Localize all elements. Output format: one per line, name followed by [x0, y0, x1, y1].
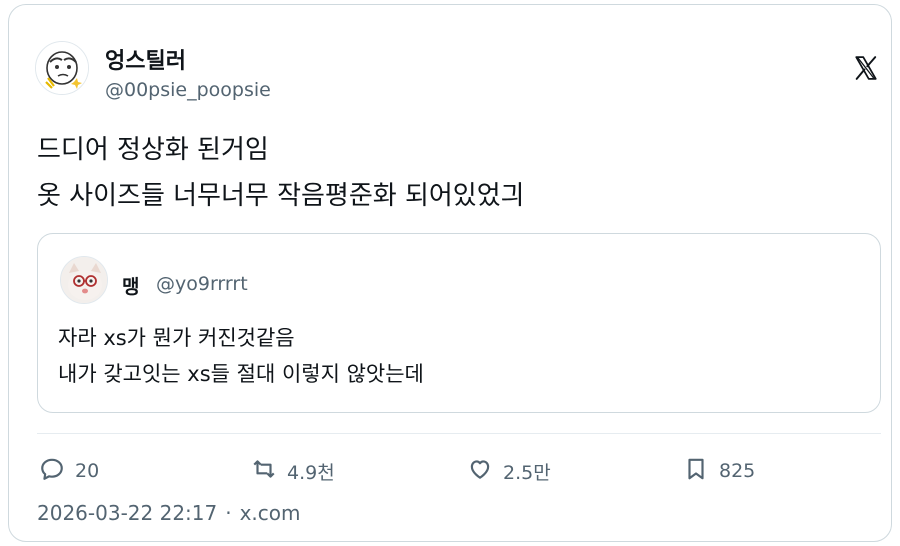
- action-bar: 20 4.9천 2.5만 825: [37, 451, 881, 491]
- quoted-author-name[interactable]: 맹: [122, 272, 139, 299]
- retweet-icon: [251, 456, 277, 487]
- like-button[interactable]: 2.5만: [467, 451, 551, 491]
- bookmark-icon: [683, 456, 709, 487]
- quoted-text: 자라 xs가 뭔가 커진것같음 내가 갖고잇는 xs들 절대 이렇지 않앗는데: [58, 320, 424, 392]
- quoted-text-line: 내가 갖고잇는 xs들 절대 이렇지 않앗는데: [58, 362, 424, 386]
- author-name[interactable]: 엉스틸러: [105, 43, 186, 75]
- source-link[interactable]: x.com: [240, 501, 301, 525]
- tweet-text: 드디어 정상화 된거임 옷 사이즈들 너무너무 작음평준화 되어있었긔: [37, 127, 525, 219]
- timestamp[interactable]: 2026-03-22 22:17: [37, 501, 217, 525]
- author-handle[interactable]: @00psie_poopsie: [105, 79, 271, 101]
- like-count: 2.5만: [503, 461, 551, 484]
- tweet-meta: 2026-03-22 22:17 · x.com: [37, 501, 301, 525]
- quoted-tweet[interactable]: 맹 @yo9rrrrt 자라 xs가 뭔가 커진것같음 내가 갖고잇는 xs들 …: [37, 233, 881, 413]
- separator: ·: [225, 501, 232, 525]
- tweet-text-line: 드디어 정상화 된거임: [37, 135, 269, 165]
- retweet-count: 4.9천: [287, 461, 335, 484]
- like-icon: [467, 456, 493, 487]
- reply-count: 20: [75, 460, 100, 482]
- tweet-card: 엉스틸러 @00psie_poopsie 드디어 정상화 된거임 옷 사이즈들 …: [8, 4, 892, 542]
- x-logo-icon[interactable]: [853, 55, 879, 81]
- quoted-author-handle[interactable]: @yo9rrrrt: [156, 273, 248, 295]
- reply-icon: [39, 456, 65, 487]
- quoted-text-line: 자라 xs가 뭔가 커진것같음: [58, 326, 295, 350]
- divider: [37, 433, 881, 434]
- bookmark-count: 825: [719, 460, 756, 482]
- bookmark-button[interactable]: 825: [683, 451, 755, 491]
- author-avatar[interactable]: [35, 41, 89, 95]
- reply-button[interactable]: 20: [39, 451, 99, 491]
- retweet-button[interactable]: 4.9천: [251, 451, 335, 491]
- tweet-text-line: 옷 사이즈들 너무너무 작음평준화 되어있었긔: [37, 181, 525, 211]
- quoted-avatar[interactable]: [60, 256, 108, 304]
